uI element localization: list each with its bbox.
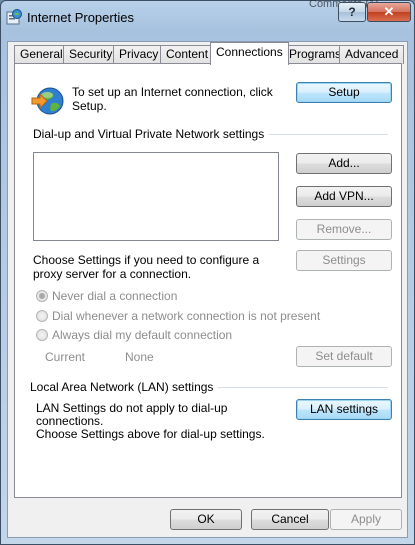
tab-general[interactable]: General (14, 45, 69, 64)
proxy-description: Choose Settings if you need to configure… (33, 253, 260, 281)
tab-content[interactable]: Content (160, 45, 215, 64)
radio-label: Dial whenever a network connection is no… (52, 309, 321, 323)
cancel-button[interactable]: Cancel (251, 509, 329, 530)
lan-description-line-2: Choose Settings above for dial-up settin… (36, 427, 265, 441)
tab-connections[interactable]: Connections (210, 42, 289, 65)
internet-properties-icon (6, 9, 22, 25)
radio-never-dial[interactable]: Never dial a connection (36, 289, 177, 303)
lan-settings-button[interactable]: LAN settings (296, 399, 392, 420)
internet-properties-window: Internet Properties Comments (1) ? ✕ Gen… (0, 0, 415, 545)
setup-description: To set up an Internet connection, click … (72, 85, 273, 113)
apply-button[interactable]: Apply (330, 509, 402, 530)
close-icon: ✕ (383, 4, 395, 19)
radio-button-checked[interactable] (36, 290, 48, 302)
lan-description: LAN Settings do not apply to dial-up con… (36, 402, 286, 441)
set-default-button[interactable]: Set default (296, 346, 392, 367)
lan-description-line-1: LAN Settings do not apply to dial-up con… (36, 401, 228, 428)
help-icon: ? (348, 5, 356, 19)
settings-button[interactable]: Settings (296, 250, 392, 271)
add-vpn-button[interactable]: Add VPN... (296, 186, 392, 207)
current-value: None (125, 350, 154, 364)
remove-button[interactable]: Remove... (296, 219, 392, 240)
setup-button[interactable]: Setup (296, 82, 392, 103)
radio-dial-when-needed[interactable]: Dial whenever a network connection is no… (36, 309, 320, 323)
title-bar[interactable]: Internet Properties Comments (1) ? ✕ (1, 0, 414, 35)
current-label: Current (45, 350, 86, 364)
radio-label: Always dial my default connection (52, 328, 233, 342)
tab-privacy[interactable]: Privacy (113, 45, 165, 64)
connections-panel: To set up an Internet connection, click … (14, 63, 402, 498)
help-button[interactable]: ? (338, 2, 366, 22)
tab-programs[interactable]: Programs (283, 45, 348, 64)
dialog-client-area: General Security Privacy Content Connect… (7, 41, 408, 538)
dialup-group-label: Dial-up and Virtual Private Network sett… (33, 127, 270, 141)
tab-security[interactable]: Security (63, 45, 119, 64)
ok-button[interactable]: OK (170, 509, 242, 530)
radio-button[interactable] (36, 310, 48, 322)
add-button[interactable]: Add... (296, 153, 392, 174)
window-title: Internet Properties (27, 10, 134, 25)
radio-always-dial[interactable]: Always dial my default connection (36, 328, 232, 342)
connections-listbox[interactable] (33, 152, 279, 241)
tab-advanced[interactable]: Advanced (339, 45, 405, 64)
globe-icon (31, 87, 64, 115)
close-button[interactable]: ✕ (367, 2, 411, 22)
lan-group-label: Local Area Network (LAN) settings (30, 380, 219, 394)
radio-label: Never dial a connection (52, 289, 178, 303)
radio-button[interactable] (36, 329, 48, 341)
